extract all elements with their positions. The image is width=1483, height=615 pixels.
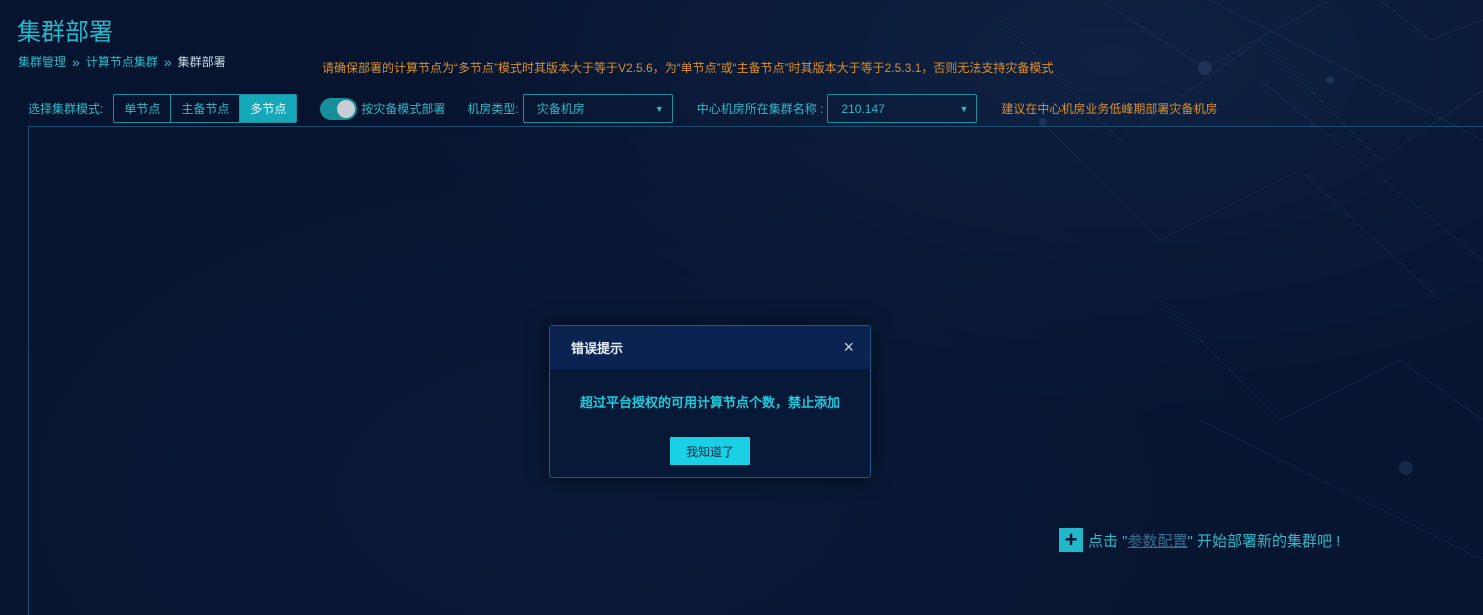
version-warning: 请确保部署的计算节点为“多节点”模式时其版本大于等于V2.5.6，为“单节点”或… [322,61,1054,75]
breadcrumb-item-cluster-deploy: 集群部署 [177,55,226,69]
toolbar: 选择集群模式: 单节点 主备节点 多节点 按灾备模式部署 机房类型: 灾备机房 … [28,94,1468,123]
chevron-down-icon: ▼ [959,103,969,114]
dr-mode-toggle[interactable] [320,97,358,120]
cta-suffix: " 开始部署新的集群吧 ! [1187,532,1341,550]
dialog-header: 错误提示 × [550,326,870,369]
chevron-down-icon: ▼ [654,103,664,114]
mode-label: 选择集群模式: [28,102,104,116]
deploy-hint: 建议在中心机房业务低峰期部署灾备机房 [1001,102,1218,116]
cta-prefix: 点击 " [1088,532,1128,550]
center-cluster-label: 中心机房所在集群名称 : [696,102,824,116]
close-icon[interactable]: × [843,337,854,358]
breadcrumb: 集群管理 » 计算节点集群 » 集群部署 [18,53,226,70]
mode-master-slave-button[interactable]: 主备节点 [171,95,241,122]
dr-toggle-label: 按灾备模式部署 [361,102,446,116]
breadcrumb-separator-icon: » [72,53,80,70]
mode-multi-node-button[interactable]: 多节点 [240,95,297,122]
acknowledge-button[interactable]: 我知道了 [670,437,750,465]
center-cluster-select[interactable]: 210.147 ▼ [827,94,978,123]
room-type-value: 灾备机房 [536,102,585,116]
mode-single-node-button[interactable]: 单节点 [114,95,172,122]
cluster-mode-selector: 单节点 主备节点 多节点 [113,94,298,123]
error-dialog: 错误提示 × 超过平台授权的可用计算节点个数，禁止添加 我知道了 [549,325,871,478]
dialog-title: 错误提示 [571,341,624,356]
breadcrumb-item-cluster-management[interactable]: 集群管理 [18,53,66,70]
plus-icon[interactable]: + [1059,528,1083,552]
dialog-message: 超过平台授权的可用计算节点个数，禁止添加 [579,395,840,410]
toggle-knob [337,99,356,118]
center-cluster-value: 210.147 [841,101,885,116]
breadcrumb-item-compute-node-cluster[interactable]: 计算节点集群 [86,53,158,70]
page-title: 集群部署 [17,19,113,46]
room-type-label: 机房类型: [467,102,519,116]
start-deploy-prompt: + 点击 " 参数配置 " 开始部署新的集群吧 ! [1059,528,1340,552]
param-config-link[interactable]: 参数配置 [1128,530,1188,551]
room-type-select[interactable]: 灾备机房 ▼ [522,94,673,123]
breadcrumb-separator-icon: » [163,53,172,70]
